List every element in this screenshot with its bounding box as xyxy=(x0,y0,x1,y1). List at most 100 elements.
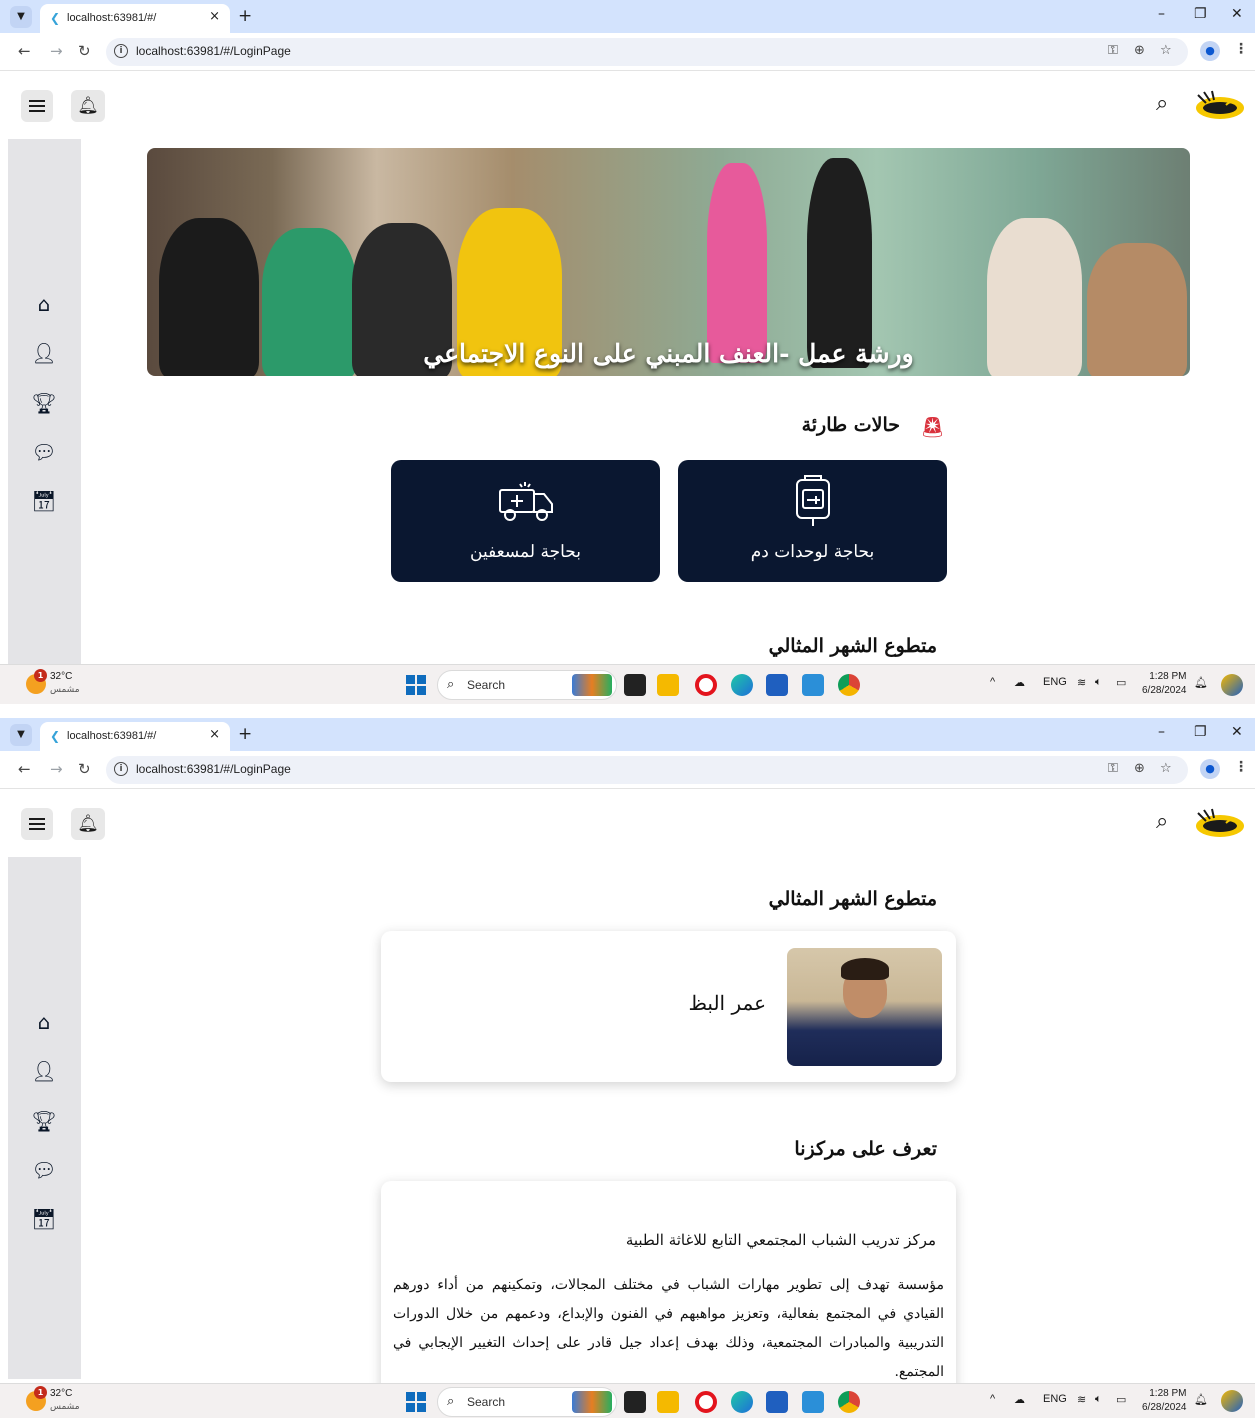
restore-button[interactable]: ❐ xyxy=(1194,724,1207,740)
trophy-icon[interactable]: 🏆︎ xyxy=(30,1107,58,1135)
volume-icon[interactable]: 🔈︎ xyxy=(1095,1393,1102,1406)
calendar-icon[interactable]: 📅︎ xyxy=(30,1205,58,1233)
cloud-icon[interactable]: ☁ xyxy=(1014,676,1025,689)
trophy-icon[interactable]: 🏆︎ xyxy=(30,389,58,417)
cloud-icon[interactable]: ☁ xyxy=(1014,1393,1025,1406)
language-indicator[interactable]: ENG xyxy=(1043,676,1067,688)
chrome-icon[interactable] xyxy=(838,1391,860,1413)
battery-icon[interactable]: ▭ xyxy=(1116,1393,1126,1406)
tab-search-dropdown[interactable]: ▼ xyxy=(10,724,32,746)
browser-tab[interactable]: ❮ localhost:63981/#/ × xyxy=(40,4,230,33)
battery-icon[interactable]: ▭ xyxy=(1116,676,1126,689)
notifications-bell-icon[interactable]: 🔔︎ xyxy=(71,90,105,122)
forward-icon[interactable]: → xyxy=(50,760,63,778)
back-icon[interactable]: ← xyxy=(18,42,31,60)
close-window-button[interactable]: ✕ xyxy=(1231,6,1243,22)
windows-start-icon[interactable] xyxy=(406,1392,426,1412)
search-icon[interactable]: ⌕ xyxy=(1156,91,1168,116)
minimize-button[interactable]: – xyxy=(1158,724,1165,740)
notification-icon[interactable]: 🔔︎ xyxy=(1194,676,1208,689)
volume-icon[interactable]: 🔈︎ xyxy=(1095,676,1102,689)
home-icon[interactable]: ⌂ xyxy=(30,290,58,318)
emergency-title: حالات طارئة xyxy=(801,414,900,436)
chat-icon[interactable]: 💬︎ xyxy=(30,1156,58,1184)
edge-icon[interactable] xyxy=(731,674,753,696)
about-card: مركز تدريب الشباب المجتمعي التابع للاغاث… xyxy=(381,1181,956,1401)
reload-icon[interactable]: ↻ xyxy=(78,760,91,778)
volunteer-name: عمر البظ xyxy=(688,991,766,1015)
blood-units-request-card[interactable]: بحاجة لوحدات دم xyxy=(678,460,947,582)
add-user-icon[interactable]: 👤︎ xyxy=(30,1057,58,1085)
search-icon[interactable]: ⌕ xyxy=(1156,809,1168,834)
new-tab-button[interactable]: + xyxy=(238,724,252,744)
clock[interactable]: 1:28 PM 6/28/2024 xyxy=(1142,1387,1187,1415)
wifi-icon[interactable]: ≋ xyxy=(1077,1393,1086,1406)
tab-search-dropdown[interactable]: ▼ xyxy=(10,6,32,28)
ambulance-icon xyxy=(498,482,553,521)
volunteer-card[interactable]: عمر البظ xyxy=(381,931,956,1082)
notification-icon[interactable]: 🔔︎ xyxy=(1194,1393,1208,1406)
forward-icon[interactable]: → xyxy=(50,42,63,60)
menu-button[interactable] xyxy=(21,90,53,122)
close-window-button[interactable]: ✕ xyxy=(1231,724,1243,740)
tray-chevron-icon[interactable]: ^ xyxy=(990,1393,995,1405)
password-key-icon[interactable]: ⚿ xyxy=(1108,43,1118,58)
volunteer-title: متطوع الشهر المثالي xyxy=(768,888,937,910)
bookmark-star-icon[interactable]: ☆ xyxy=(1160,761,1172,776)
reload-icon[interactable]: ↻ xyxy=(78,42,91,60)
store-icon[interactable] xyxy=(766,1391,788,1413)
separator xyxy=(0,705,1255,718)
terminal-icon[interactable] xyxy=(624,1391,646,1413)
home-icon[interactable]: ⌂ xyxy=(30,1008,58,1036)
tray-chevron-icon[interactable]: ^ xyxy=(990,676,995,688)
profile-icon[interactable]: ● xyxy=(1200,41,1220,61)
windows-start-icon[interactable] xyxy=(406,675,426,695)
restore-button[interactable]: ❐ xyxy=(1194,6,1207,22)
weather-temp[interactable]: 32°C xyxy=(50,1388,72,1399)
edge-icon[interactable] xyxy=(731,1391,753,1413)
terminal-icon[interactable] xyxy=(624,674,646,696)
clock[interactable]: 1:28 PM 6/28/2024 xyxy=(1142,670,1187,698)
tab-close-button[interactable]: × xyxy=(209,9,220,24)
chat-icon[interactable]: 💬︎ xyxy=(30,438,58,466)
opera-icon[interactable] xyxy=(695,1391,717,1413)
weather-temp[interactable]: 32°C xyxy=(50,671,72,682)
copilot-icon[interactable] xyxy=(1221,674,1243,696)
copilot-icon[interactable] xyxy=(1221,1390,1243,1412)
ambulance-request-card[interactable]: بحاجة لمسعفين xyxy=(391,460,660,582)
wifi-icon[interactable]: ≋ xyxy=(1077,676,1086,689)
file-explorer-icon[interactable] xyxy=(657,674,679,696)
vscode-icon[interactable] xyxy=(802,674,824,696)
add-user-icon[interactable]: 👤︎ xyxy=(30,339,58,367)
widgets-icon[interactable] xyxy=(572,674,612,696)
zoom-icon[interactable]: ⊕ xyxy=(1134,761,1145,776)
browser-menu-icon[interactable]: ⋮ xyxy=(1234,41,1248,57)
language-indicator[interactable]: ENG xyxy=(1043,1393,1067,1405)
bookmark-star-icon[interactable]: ☆ xyxy=(1160,43,1172,58)
site-info-icon[interactable]: i xyxy=(114,44,128,58)
minimize-button[interactable]: – xyxy=(1158,6,1165,22)
windows-taskbar: 1 32°C مشمس ⌕ Search ^ ☁ ENG ≋ 🔈︎ ▭ 1:28… xyxy=(0,1383,1255,1418)
password-key-icon[interactable]: ⚿ xyxy=(1108,761,1118,776)
opera-icon[interactable] xyxy=(695,674,717,696)
browser-tab[interactable]: ❮ localhost:63981/#/ × xyxy=(40,722,230,751)
calendar-icon[interactable]: 📅︎ xyxy=(30,487,58,515)
url-field[interactable]: i localhost:63981/#/LoginPage ⚿ ⊕ ☆ xyxy=(106,756,1188,784)
menu-button[interactable] xyxy=(21,808,53,840)
profile-icon[interactable]: ● xyxy=(1200,759,1220,779)
tab-close-button[interactable]: × xyxy=(209,727,220,742)
zoom-icon[interactable]: ⊕ xyxy=(1134,43,1145,58)
file-explorer-icon[interactable] xyxy=(657,1391,679,1413)
browser-menu-icon[interactable]: ⋮ xyxy=(1234,759,1248,775)
workshop-banner-image[interactable]: ورشة عمل -العنف المبني على النوع الاجتما… xyxy=(147,148,1190,376)
site-info-icon[interactable]: i xyxy=(114,762,128,776)
volunteer-photo xyxy=(787,948,942,1066)
vscode-icon[interactable] xyxy=(802,1391,824,1413)
notifications-bell-icon[interactable]: 🔔︎ xyxy=(71,808,105,840)
new-tab-button[interactable]: + xyxy=(238,6,252,26)
widgets-icon[interactable] xyxy=(572,1391,612,1413)
url-field[interactable]: i localhost:63981/#/LoginPage ⚿ ⊕ ☆ xyxy=(106,38,1188,66)
back-icon[interactable]: ← xyxy=(18,760,31,778)
chrome-icon[interactable] xyxy=(838,674,860,696)
store-icon[interactable] xyxy=(766,674,788,696)
